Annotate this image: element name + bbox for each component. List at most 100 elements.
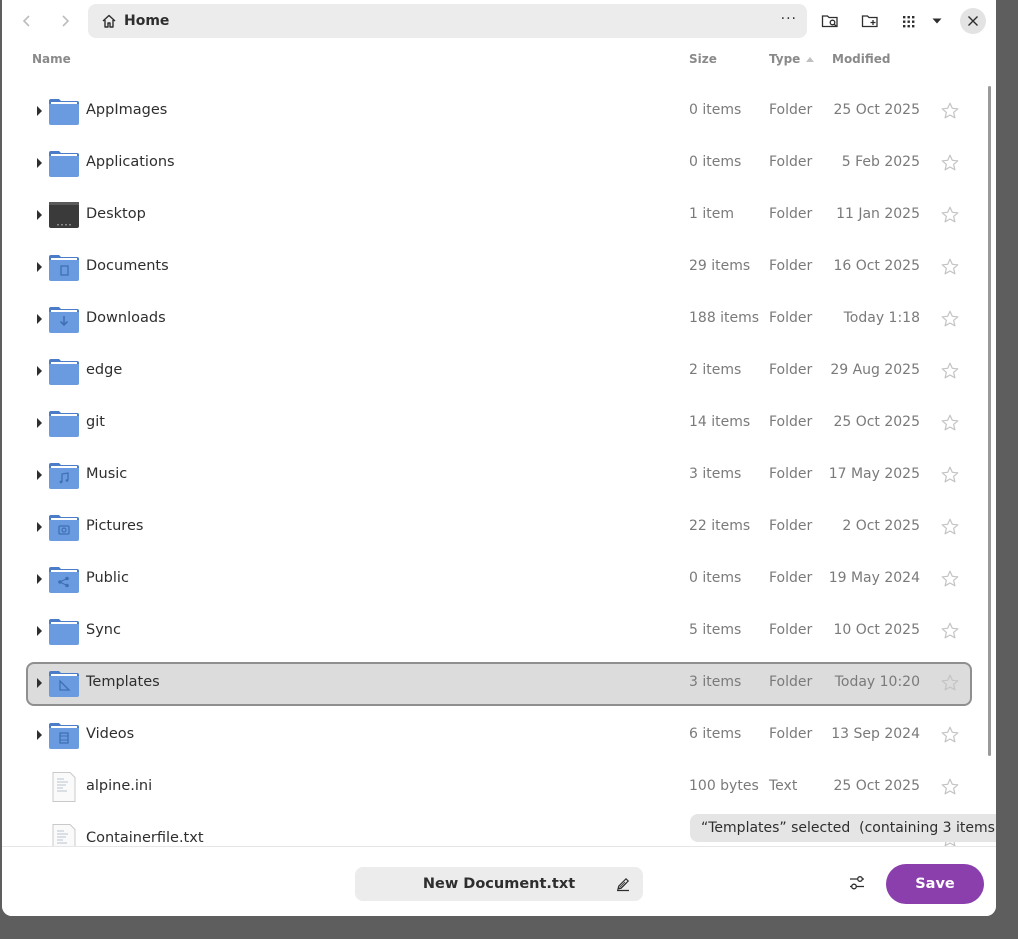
file-row[interactable]: Sync 5 items Folder 10 Oct 2025 xyxy=(26,611,972,653)
file-row[interactable]: Applications 0 items Folder 5 Feb 2025 xyxy=(26,143,972,185)
star-icon[interactable] xyxy=(940,517,960,537)
expand-arrow-icon[interactable] xyxy=(37,470,42,480)
new-folder-button[interactable] xyxy=(859,10,881,32)
expand-arrow-icon[interactable] xyxy=(37,574,42,584)
filter-options-button[interactable] xyxy=(846,872,868,894)
star-icon[interactable] xyxy=(940,777,960,797)
expand-arrow-icon[interactable] xyxy=(37,210,42,220)
forward-button[interactable] xyxy=(50,6,80,36)
file-row[interactable]: Documents 29 items Folder 16 Oct 2025 xyxy=(26,247,972,289)
file-type: Folder xyxy=(769,414,813,430)
file-row[interactable]: git 14 items Folder 25 Oct 2025 xyxy=(26,403,972,445)
file-row[interactable]: Public 0 items Folder 19 May 2024 xyxy=(26,559,972,601)
star-icon[interactable] xyxy=(940,621,960,641)
file-size: 0 items xyxy=(689,102,742,118)
expand-arrow-icon[interactable] xyxy=(37,366,42,376)
star-icon[interactable] xyxy=(940,413,960,433)
star-icon[interactable] xyxy=(940,725,960,745)
selection-status-toast: “Templates” selected (containing 3 items… xyxy=(690,814,996,842)
templates-folder-icon xyxy=(48,667,80,699)
file-name: alpine.ini xyxy=(86,778,153,794)
star-icon[interactable] xyxy=(940,101,960,121)
file-row[interactable]: Templates 3 items Folder Today 10:20 xyxy=(26,662,972,706)
file-name: Downloads xyxy=(86,310,166,326)
expand-arrow-icon[interactable] xyxy=(37,730,42,740)
file-type: Folder xyxy=(769,310,813,326)
folder-icon xyxy=(48,407,80,439)
search-folder-button[interactable] xyxy=(819,10,841,32)
file-name: Public xyxy=(86,570,129,586)
expand-arrow-icon[interactable] xyxy=(37,106,42,116)
file-row[interactable]: Downloads 188 items Folder Today 1:18 xyxy=(26,299,972,341)
star-icon[interactable] xyxy=(940,153,960,173)
column-header-modified[interactable]: Modified xyxy=(832,52,891,66)
path-more-button[interactable]: ··· xyxy=(781,11,797,27)
file-row[interactable]: edge 2 items Folder 29 Aug 2025 xyxy=(26,351,972,393)
expand-arrow-icon[interactable] xyxy=(37,314,42,324)
file-row[interactable]: alpine.ini 100 bytes Text 25 Oct 2025 xyxy=(26,767,972,809)
file-name: Templates xyxy=(86,674,160,690)
path-bar[interactable]: Home ··· xyxy=(88,4,807,38)
file-name: edge xyxy=(86,362,123,378)
edit-icon[interactable] xyxy=(615,876,631,892)
grid-view-icon xyxy=(903,16,915,28)
file-type: Folder xyxy=(769,362,813,378)
view-mode-button[interactable] xyxy=(899,10,921,32)
star-icon[interactable] xyxy=(940,673,960,693)
file-row[interactable]: Pictures 22 items Folder 2 Oct 2025 xyxy=(26,507,972,549)
file-type: Folder xyxy=(769,258,813,274)
pictures-folder-icon xyxy=(48,511,80,543)
file-type: Text xyxy=(769,778,798,794)
star-icon[interactable] xyxy=(940,309,960,329)
file-modified: 25 Oct 2025 xyxy=(833,778,920,794)
path-crumb-home[interactable]: Home xyxy=(124,13,169,29)
file-type: Folder xyxy=(769,102,813,118)
file-name: git xyxy=(86,414,105,430)
star-icon[interactable] xyxy=(940,569,960,589)
home-icon xyxy=(101,13,117,29)
file-name: Music xyxy=(86,466,128,482)
save-button[interactable]: Save xyxy=(886,864,984,904)
close-button[interactable] xyxy=(960,8,986,34)
footer-bar: New Document.txt Save xyxy=(2,846,996,916)
column-header-name[interactable]: Name xyxy=(32,52,71,66)
file-modified: 10 Oct 2025 xyxy=(833,622,920,638)
filter-icon xyxy=(850,876,864,890)
file-modified: 11 Jan 2025 xyxy=(836,206,920,222)
expand-arrow-icon[interactable] xyxy=(37,418,42,428)
expand-arrow-icon[interactable] xyxy=(37,522,42,532)
file-size: 188 items xyxy=(689,310,760,326)
documents-folder-icon xyxy=(48,251,80,283)
expand-arrow-icon[interactable] xyxy=(37,158,42,168)
back-button[interactable] xyxy=(12,6,42,36)
scrollbar[interactable] xyxy=(988,86,991,756)
file-modified: 16 Oct 2025 xyxy=(833,258,920,274)
file-size: 2 items xyxy=(689,362,742,378)
file-row[interactable]: Videos 6 items Folder 13 Sep 2024 xyxy=(26,715,972,757)
star-icon[interactable] xyxy=(940,361,960,381)
file-save-dialog: Home ··· Name Size Type Modified AppImag… xyxy=(2,0,996,916)
column-header-type[interactable]: Type xyxy=(769,52,800,66)
view-options-dropdown[interactable] xyxy=(927,10,947,32)
file-size: 6 items xyxy=(689,726,742,742)
file-type: Folder xyxy=(769,206,813,222)
file-row[interactable]: AppImages 0 items Folder 25 Oct 2025 xyxy=(26,91,972,133)
file-row[interactable]: Music 3 items Folder 17 May 2025 xyxy=(26,455,972,497)
column-header-size[interactable]: Size xyxy=(689,52,717,66)
star-icon[interactable] xyxy=(940,257,960,277)
file-name: Documents xyxy=(86,258,169,274)
file-modified: 19 May 2024 xyxy=(828,570,920,586)
expand-arrow-icon[interactable] xyxy=(37,626,42,636)
file-modified: 5 Feb 2025 xyxy=(841,154,920,170)
star-icon[interactable] xyxy=(940,205,960,225)
file-row[interactable]: Desktop 1 item Folder 11 Jan 2025 xyxy=(26,195,972,237)
chevron-left-icon xyxy=(22,15,30,27)
file-modified: 29 Aug 2025 xyxy=(830,362,920,378)
text-file-icon xyxy=(48,823,80,846)
expand-arrow-icon[interactable] xyxy=(37,678,42,688)
chevron-right-icon xyxy=(62,15,70,27)
star-icon[interactable] xyxy=(940,465,960,485)
file-modified: 2 Oct 2025 xyxy=(842,518,920,534)
filename-field[interactable]: New Document.txt xyxy=(355,867,643,901)
expand-arrow-icon[interactable] xyxy=(37,262,42,272)
